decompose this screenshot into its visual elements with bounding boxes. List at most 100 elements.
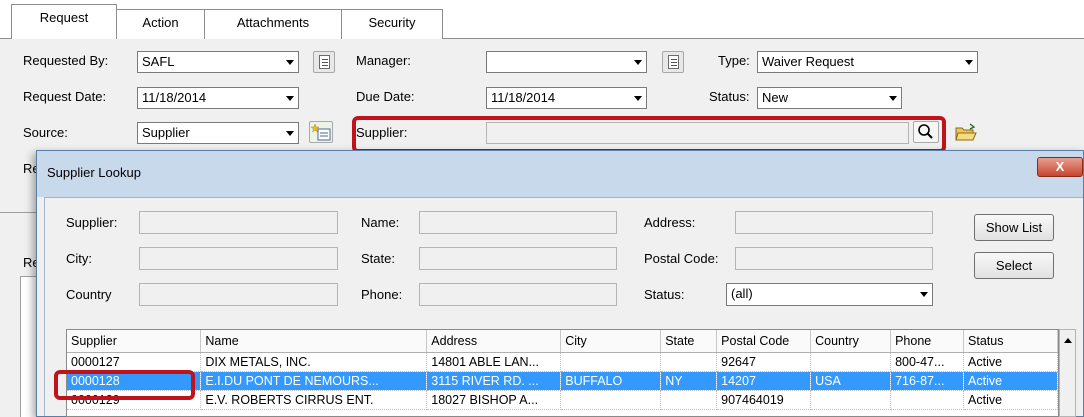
- grid-scrollbar[interactable]: [1059, 329, 1076, 417]
- cell-status: Active: [963, 352, 1058, 372]
- cell-city: BUFFALO: [560, 371, 662, 391]
- manager-details-button[interactable]: [662, 51, 684, 73]
- cell-country: USA: [810, 371, 892, 391]
- type-value: Waiver Request: [762, 54, 854, 69]
- table-row[interactable]: 0000129 E.V. ROBERTS CIRRUS ENT. 18027 B…: [67, 390, 1058, 410]
- filter-country-label: Country: [66, 287, 112, 302]
- table-row[interactable]: 0000127 DIX METALS, INC. 14801 ABLE LAN.…: [67, 352, 1058, 372]
- cell-state: NY: [660, 371, 718, 391]
- cell-city: [560, 390, 662, 410]
- manager-label: Manager:: [356, 53, 411, 68]
- background-panel: [20, 276, 36, 417]
- tab-strip: Request Action Attachments Security: [0, 0, 1084, 39]
- cell-name: E.V. ROBERTS CIRRUS ENT.: [200, 390, 428, 410]
- column-header-state[interactable]: State: [660, 330, 718, 353]
- scroll-up-icon[interactable]: [1060, 330, 1075, 350]
- requested-by-label: Requested By:: [23, 53, 109, 68]
- cell-state: [660, 390, 718, 410]
- column-header-status[interactable]: Status: [963, 330, 1058, 353]
- chevron-down-icon[interactable]: [960, 52, 977, 72]
- chevron-down-icon[interactable]: [281, 88, 298, 108]
- cell-address: 3115 RIVER RD. ...: [426, 371, 562, 391]
- select-button[interactable]: Select: [974, 252, 1054, 279]
- filter-country-input[interactable]: [139, 283, 338, 306]
- cell-status: Active: [963, 371, 1058, 391]
- cell-city: [560, 352, 662, 372]
- tab-security[interactable]: Security: [341, 9, 443, 39]
- cell-postal-code: 907464019: [716, 390, 812, 410]
- type-combo[interactable]: Waiver Request: [757, 51, 978, 73]
- cell-postal-code: 92647: [716, 352, 812, 372]
- request-date-value: 11/18/2014: [142, 90, 207, 105]
- cell-address: 14801 ABLE LAN...: [426, 352, 562, 372]
- requested-by-value: SAFL: [142, 54, 175, 69]
- cell-country: [810, 352, 892, 372]
- cell-status: Active: [963, 390, 1058, 410]
- column-header-address[interactable]: Address: [426, 330, 562, 353]
- filter-phone-input[interactable]: [419, 283, 617, 306]
- tab-request[interactable]: Request: [11, 4, 117, 39]
- column-header-city[interactable]: City: [560, 330, 662, 353]
- cell-phone: [890, 390, 965, 410]
- chevron-down-icon[interactable]: [884, 88, 901, 108]
- filter-city-input[interactable]: [139, 247, 338, 270]
- manager-combo[interactable]: [486, 51, 647, 73]
- chevron-down-icon[interactable]: [281, 52, 298, 72]
- cell-address: 18027 BISHOP A...: [426, 390, 562, 410]
- cell-name: DIX METALS, INC.: [200, 352, 428, 372]
- status-value: New: [762, 90, 789, 105]
- source-combo[interactable]: Supplier: [137, 122, 299, 144]
- filter-state-input[interactable]: [419, 247, 617, 270]
- filter-supplier-label: Supplier:: [66, 215, 118, 230]
- document-icon: [319, 55, 330, 69]
- chevron-down-icon[interactable]: [281, 123, 298, 143]
- table-row-selected[interactable]: 0000128 E.I.DU PONT DE NEMOURS... 3115 R…: [67, 371, 1058, 391]
- open-folder-button[interactable]: [954, 122, 978, 144]
- supplier-grid: Supplier Name Address City State Postal …: [66, 329, 1059, 417]
- cell-supplier: 0000127: [67, 352, 202, 372]
- chevron-down-icon[interactable]: [629, 52, 646, 72]
- close-button[interactable]: X: [1037, 157, 1083, 177]
- column-header-phone[interactable]: Phone: [890, 330, 965, 353]
- supplier-table: Supplier Name Address City State Postal …: [67, 330, 1058, 410]
- filter-supplier-input[interactable]: [139, 211, 338, 234]
- column-header-country[interactable]: Country: [810, 330, 892, 353]
- column-header-supplier[interactable]: Supplier: [67, 330, 202, 353]
- cell-country: [810, 390, 892, 410]
- source-label: Source:: [23, 125, 68, 140]
- filter-address-input[interactable]: [735, 211, 933, 234]
- chevron-down-icon[interactable]: [629, 88, 646, 108]
- tab-attachments[interactable]: Attachments: [204, 9, 342, 39]
- filter-name-label: Name:: [361, 215, 400, 230]
- grid-header-row: Supplier Name Address City State Postal …: [67, 330, 1058, 353]
- selected-supplier-highlight: [54, 370, 195, 400]
- status-combo[interactable]: New: [757, 87, 902, 109]
- tab-action[interactable]: Action: [116, 9, 205, 39]
- filter-status-combo[interactable]: (all): [726, 283, 933, 306]
- folder-open-icon: [955, 123, 977, 141]
- column-header-name[interactable]: Name: [200, 330, 428, 353]
- due-date-label: Due Date:: [356, 89, 415, 104]
- filter-name-input[interactable]: [419, 211, 617, 234]
- request-date-picker[interactable]: 11/18/2014: [137, 87, 299, 109]
- cell-phone: 716-87...: [890, 371, 965, 391]
- filter-city-label: City:: [66, 251, 92, 266]
- divider: [0, 212, 36, 213]
- new-record-icon: [310, 123, 331, 141]
- due-date-picker[interactable]: 11/18/2014: [486, 87, 647, 109]
- requested-by-combo[interactable]: SAFL: [137, 51, 299, 73]
- request-date-label: Request Date:: [23, 89, 107, 104]
- dialog-title-bar: Supplier Lookup X: [37, 151, 1083, 197]
- filter-postal-code-label: Postal Code:: [644, 251, 719, 266]
- filter-postal-code-input[interactable]: [735, 247, 933, 270]
- requested-by-details-button[interactable]: [313, 51, 335, 73]
- show-list-button[interactable]: Show List: [974, 214, 1054, 241]
- new-supplier-button[interactable]: [309, 121, 333, 143]
- document-icon: [668, 55, 679, 69]
- filter-status-label: Status:: [644, 287, 685, 302]
- cell-phone: 800-47...: [890, 352, 965, 372]
- cell-postal-code: 14207: [716, 371, 812, 391]
- chevron-down-icon[interactable]: [915, 284, 932, 304]
- column-header-postal-code[interactable]: Postal Code: [716, 330, 812, 353]
- dialog-title: Supplier Lookup: [47, 165, 141, 180]
